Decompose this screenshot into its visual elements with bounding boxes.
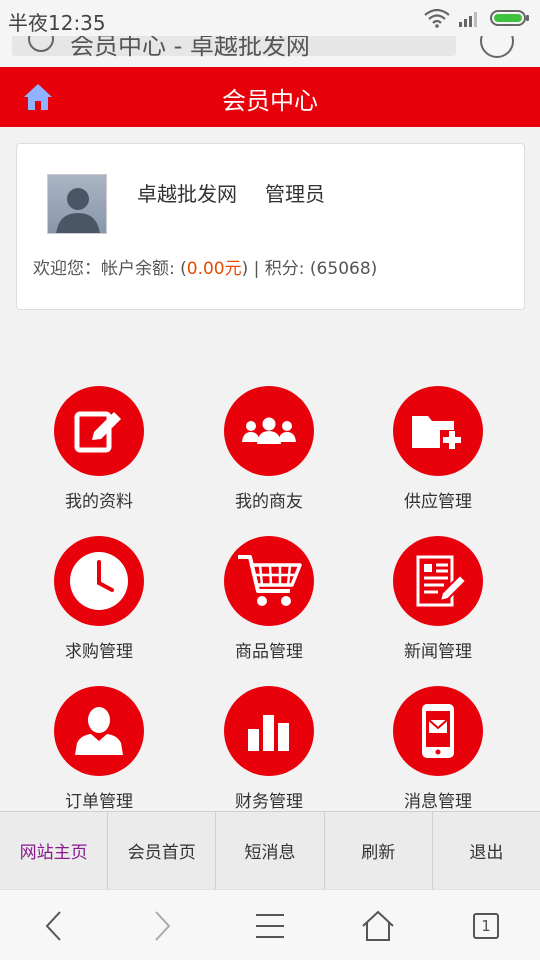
- bar-chart-icon: [224, 686, 314, 776]
- menu-label: 订单管理: [65, 792, 133, 812]
- browser-address-bar[interactable]: 会员中心 - 卓越批发网: [0, 36, 540, 67]
- page-header: 会员中心: [0, 67, 540, 127]
- status-bar: 半夜12:35: [0, 0, 540, 36]
- status-time: 半夜12:35: [8, 11, 106, 35]
- menu-item-products[interactable]: 商品管理: [194, 536, 344, 666]
- menu-label: 供应管理: [404, 492, 472, 512]
- menu-item-messages[interactable]: 消息管理: [363, 686, 513, 816]
- menu-label: 我的资料: [65, 492, 133, 512]
- home-page-icon[interactable]: [360, 908, 396, 944]
- forward-icon[interactable]: [144, 908, 180, 944]
- nav-short-message[interactable]: 短消息: [216, 812, 325, 889]
- menu-label: 商品管理: [235, 642, 303, 662]
- menu-item-purchase[interactable]: 求购管理: [24, 536, 174, 666]
- edit-profile-icon: [54, 386, 144, 476]
- page-title: 会员中心: [222, 87, 318, 115]
- browser-toolbar: 1: [0, 889, 540, 960]
- menu-label: 新闻管理: [404, 642, 472, 662]
- signal-icon: [459, 12, 477, 27]
- clock-icon: [54, 536, 144, 626]
- news-edit-icon: [393, 536, 483, 626]
- info-suffix: ) | 积分: (65068): [241, 259, 378, 279]
- mobile-message-icon: [393, 686, 483, 776]
- menu-item-friends[interactable]: 我的商友: [194, 386, 344, 516]
- info-prefix: 欢迎您：帐户余额: (: [33, 259, 187, 279]
- shopping-cart-icon: [224, 536, 314, 626]
- menu-item-orders[interactable]: 订单管理: [24, 686, 174, 816]
- person-icon: [54, 686, 144, 776]
- folder-add-icon: [393, 386, 483, 476]
- avatar-silhouette-icon: [56, 188, 100, 233]
- avatar[interactable]: [47, 174, 107, 234]
- menu-item-supply[interactable]: 供应管理: [363, 386, 513, 516]
- nav-refresh[interactable]: 刷新: [324, 812, 433, 889]
- user-role: 管理员: [265, 182, 325, 206]
- nav-site-home[interactable]: 网站主页: [0, 812, 109, 889]
- battery-icon: [490, 10, 529, 26]
- menu-label: 消息管理: [404, 792, 472, 812]
- url-text: 会员中心 - 卓越批发网: [70, 36, 310, 60]
- account-info: 欢迎您：帐户余额: (0.00元) | 积分: (65068): [33, 254, 377, 279]
- menu-label: 财务管理: [235, 792, 303, 812]
- tab-count: 1: [473, 913, 499, 939]
- menu-icon[interactable]: [252, 908, 288, 944]
- status-icons: [424, 8, 530, 28]
- bottom-nav: 网站主页 会员首页 短消息 刷新 退出: [0, 811, 540, 889]
- nav-member-home[interactable]: 会员首页: [108, 812, 217, 889]
- wifi-icon: [424, 8, 450, 28]
- menu-label: 我的商友: [235, 492, 303, 512]
- menu-item-profile[interactable]: 我的资料: [24, 386, 174, 516]
- account-balance: 0.00元: [186, 259, 242, 279]
- browser-action-icon[interactable]: [480, 36, 514, 58]
- menu-item-finance[interactable]: 财务管理: [194, 686, 344, 816]
- tabs-icon[interactable]: 1: [468, 908, 504, 944]
- nav-logout[interactable]: 退出: [432, 812, 540, 889]
- menu-label: 求购管理: [65, 642, 133, 662]
- friends-icon: [224, 386, 314, 476]
- user-card: 卓越批发网 管理员 欢迎您：帐户余额: (0.00元) | 积分: (65068…: [16, 143, 525, 310]
- back-icon[interactable]: [36, 908, 72, 944]
- menu-item-news[interactable]: 新闻管理: [363, 536, 513, 666]
- user-name: 卓越批发网: [137, 182, 237, 206]
